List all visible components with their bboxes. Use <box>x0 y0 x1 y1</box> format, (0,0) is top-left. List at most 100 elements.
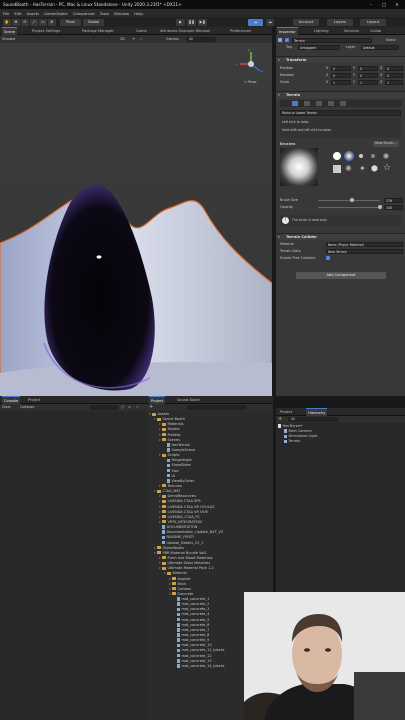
scale-x-field[interactable]: 1 <box>331 79 351 85</box>
tab-package-manager[interactable]: Package Manager <box>80 27 116 35</box>
brush-size-slider-thumb[interactable] <box>350 198 355 202</box>
play-button[interactable]: ▶ <box>176 18 185 26</box>
brush-splatter-icon[interactable]: ✺ <box>345 164 352 173</box>
rotation-z-field[interactable]: 0 <box>385 72 403 78</box>
rotation-y-field[interactable]: 0 <box>358 72 378 78</box>
tab-sound-booth[interactable]: Sound Booth <box>175 396 202 404</box>
object-name-field[interactable]: Terrain <box>292 37 372 43</box>
shading-dropdown[interactable]: Shaded <box>2 35 15 43</box>
active-checkbox[interactable]: ✓ <box>285 38 289 42</box>
layers-dropdown[interactable]: Layers <box>327 18 353 26</box>
brush-square-icon[interactable] <box>333 165 341 173</box>
close-button[interactable]: ✕ <box>392 0 402 9</box>
collab-icon[interactable]: ☁ <box>248 18 263 26</box>
brush-star-icon[interactable]: ✦ <box>359 164 366 173</box>
gizmos-dropdown[interactable]: Gizmos <box>166 35 179 43</box>
rotation-x-field[interactable]: 0 <box>331 72 351 78</box>
info-count-icon[interactable]: ⓘ <box>121 404 124 411</box>
tab-collab[interactable]: Collab <box>368 27 383 35</box>
pivot-toggle[interactable]: Pivot <box>60 18 81 26</box>
add-asset-icon[interactable]: + <box>149 404 153 411</box>
terrain-collider-header[interactable]: ▾ Terrain Collider <box>276 233 405 240</box>
layout-dropdown[interactable]: Layout <box>360 18 386 26</box>
menu-tools[interactable]: Tools <box>100 11 109 16</box>
rotate-tool-icon[interactable]: ⟳ <box>21 18 29 26</box>
collapse-button[interactable]: Collapse <box>20 404 34 411</box>
scale-z-field[interactable]: 1 <box>385 79 403 85</box>
terrain-tool-dropdown[interactable]: Raise or Lower Terrain <box>280 110 401 116</box>
audio-icon[interactable]: ♪ <box>140 35 142 43</box>
account-dropdown[interactable]: Account <box>293 18 319 26</box>
brush-dot-icon[interactable] <box>359 154 363 158</box>
project-search-input[interactable] <box>187 405 247 410</box>
material-field[interactable]: None (Physic Material) <box>326 241 403 247</box>
tab-project-left[interactable]: Project <box>26 396 42 404</box>
position-x-field[interactable]: 0 <box>331 65 351 71</box>
menu-file[interactable]: File <box>3 11 9 16</box>
paint-terrain-icon[interactable] <box>292 101 298 106</box>
lighting-icon[interactable]: ☀ <box>132 35 135 43</box>
raise-terrain-icon[interactable] <box>304 101 310 106</box>
transform-header[interactable]: ▾ Transform <box>276 56 405 63</box>
position-z-field[interactable]: 0 <box>385 65 403 71</box>
tab-scene[interactable]: Scene <box>2 27 17 35</box>
tab-project[interactable]: Project <box>149 396 166 404</box>
error-count-icon[interactable]: ⊘ <box>136 404 139 411</box>
warning-count-icon[interactable]: ⚠ <box>128 404 131 411</box>
rect-tool-icon[interactable]: ▭ <box>39 18 47 26</box>
settings-gear-icon[interactable] <box>340 101 346 106</box>
opacity-field[interactable]: 100 <box>384 204 403 210</box>
menu-component[interactable]: Component <box>73 11 95 16</box>
new-brush-button[interactable]: New Brush... <box>373 141 399 147</box>
tab-services[interactable]: Services <box>342 27 361 35</box>
menu-help[interactable]: Help <box>134 11 143 16</box>
minimize-button[interactable]: – <box>366 0 376 9</box>
step-button[interactable]: ▶❚ <box>198 18 207 26</box>
menu-assets[interactable]: Assets <box>27 11 39 16</box>
tag-dropdown[interactable]: Untagged <box>298 44 340 50</box>
detail-icon[interactable] <box>328 101 334 106</box>
console-search-input[interactable] <box>90 405 118 410</box>
brush-hard-icon[interactable] <box>333 152 341 160</box>
tab-inspector[interactable]: Inspector <box>277 27 298 35</box>
tab-hierarchy[interactable]: Hierarchy <box>306 408 328 416</box>
scale-y-field[interactable]: 1 <box>358 79 378 85</box>
menu-window[interactable]: Window <box>114 11 129 16</box>
opacity-slider-thumb[interactable] <box>378 205 382 209</box>
brush-size-field[interactable]: 276 <box>384 197 403 203</box>
tree-colliders-checkbox[interactable]: ✓ <box>326 256 330 260</box>
hierarchy-add-icon[interactable]: + <box>278 416 282 423</box>
static-toggle[interactable]: Static <box>386 37 396 43</box>
persp-label[interactable]: < Persp <box>244 80 256 84</box>
terrain-data-field[interactable]: New Terrain <box>326 248 403 254</box>
pause-button[interactable]: ❚❚ <box>187 18 196 26</box>
brush-size-slider[interactable] <box>318 198 380 202</box>
brush-small-icon[interactable] <box>371 154 375 158</box>
project-tree-item[interactable]: mat_concrete_14_blocks <box>149 664 225 669</box>
tab-attributes-example[interactable]: Attributes Example Window <box>158 27 212 35</box>
tab-lighting[interactable]: Lighting <box>312 27 331 35</box>
orientation-gizmo[interactable]: y x z < Persp <box>236 48 266 84</box>
2d-toggle[interactable]: 2D <box>120 35 125 43</box>
add-component-button[interactable]: Add Component <box>296 272 386 279</box>
hand-tool-icon[interactable]: ✋ <box>3 18 11 26</box>
transform-tool-icon[interactable]: ⊕ <box>48 18 56 26</box>
opacity-slider[interactable] <box>318 205 382 209</box>
hierarchy-search-input[interactable]: All <box>288 417 338 422</box>
position-y-field[interactable]: 0 <box>358 65 378 71</box>
brush-star-outline-icon[interactable]: ☆ <box>383 163 391 173</box>
scene-view[interactable]: y x z < Persp <box>0 43 272 396</box>
tab-preferences[interactable]: Preferences <box>228 27 253 35</box>
tree-icon[interactable] <box>316 101 322 106</box>
move-tool-icon[interactable]: ✥ <box>12 18 20 26</box>
tab-game[interactable]: Game <box>134 27 149 35</box>
clear-button[interactable]: Clear <box>2 404 11 411</box>
tab-console[interactable]: Console <box>2 396 21 404</box>
menu-edit[interactable]: Edit <box>14 11 21 16</box>
layer-dropdown[interactable]: Default <box>361 44 399 50</box>
tab-project-right[interactable]: Project <box>278 408 294 416</box>
scale-tool-icon[interactable]: ⤢ <box>30 18 38 26</box>
scene-search-input[interactable]: All <box>186 36 216 42</box>
brush-hexagon-icon[interactable]: ⬢ <box>371 164 378 173</box>
maximize-button[interactable]: □ <box>379 0 389 9</box>
